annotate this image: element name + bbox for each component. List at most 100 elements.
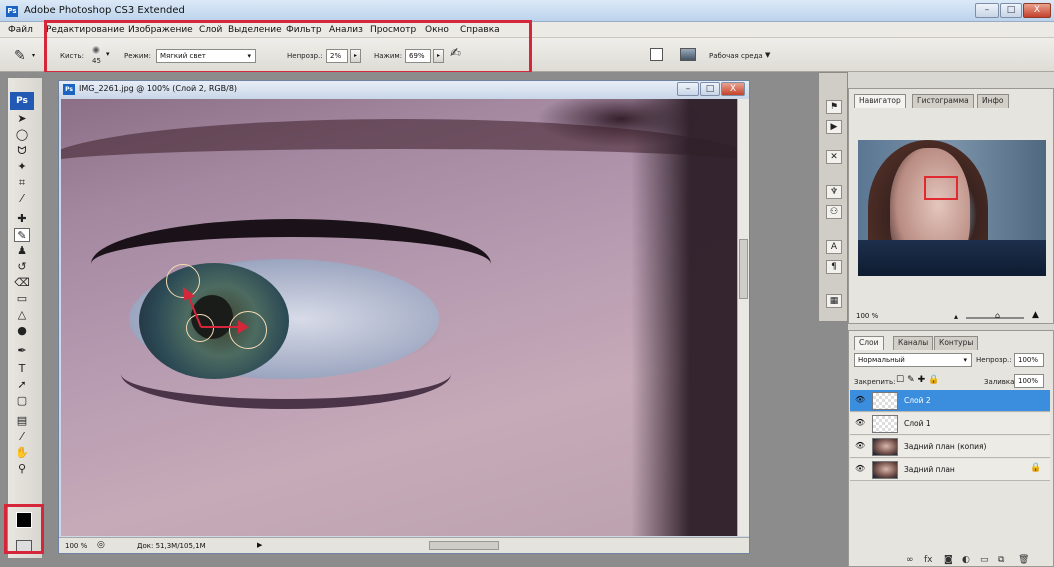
dock-brushes-icon[interactable]: ♆ <box>826 185 842 199</box>
workspace-menu[interactable]: Рабочая среда <box>709 52 763 60</box>
dock-paragraph-icon[interactable]: ¶ <box>826 260 842 274</box>
document-ps-icon: Ps <box>63 84 75 95</box>
layer-name: Слой 2 <box>904 396 931 405</box>
doc-minimize-button[interactable]: – <box>677 82 699 96</box>
notes-tool-icon[interactable]: ▤ <box>14 414 30 428</box>
document-size: Док: 51,3M/105,1M <box>137 542 206 550</box>
hand-tool-icon[interactable]: ✋ <box>14 446 30 460</box>
fill-input[interactable]: 100% <box>1014 374 1044 388</box>
dodge-tool-icon[interactable]: ● <box>14 324 30 338</box>
document-title-bar[interactable]: Ps IMG_2261.jpg @ 100% (Слой 2, RGB/8) –… <box>59 81 749 99</box>
layer-opacity-label: Непрозр.: <box>976 356 1012 364</box>
delete-layer-icon[interactable]: 🗑 <box>1018 555 1029 565</box>
link-layers-icon[interactable]: ∞ <box>906 555 914 565</box>
app-title: Adobe Photoshop CS3 Extended <box>24 5 185 16</box>
slice-tool-icon[interactable]: ⁄ <box>14 192 30 206</box>
lasso-tool-icon[interactable]: ᗢ <box>14 144 30 158</box>
visibility-eye-icon[interactable]: 👁 <box>855 419 865 427</box>
layer-name: Слой 1 <box>904 419 931 428</box>
lock-options-icon[interactable]: ☐✎✚🔒 <box>896 375 942 385</box>
layer-row-sloi-2[interactable]: 👁 Слой 2 <box>850 390 1050 412</box>
navigator-zoom[interactable]: 100 % <box>856 312 878 320</box>
doc-maximize-button[interactable]: □ <box>700 82 720 96</box>
blend-mode-value: Нормальный <box>858 356 905 364</box>
navigator-view-box[interactable] <box>924 176 958 200</box>
shape-tool-icon[interactable]: ▢ <box>14 394 30 408</box>
highlight-frame-colors <box>4 504 44 554</box>
healing-brush-tool-icon[interactable]: ✚ <box>14 212 30 226</box>
palette-well-icon[interactable] <box>650 48 663 61</box>
document-status-bar: 100 % ◎ Док: 51,3M/105,1M ▶ <box>59 537 749 553</box>
layer-name: Задний план (копия) <box>904 442 987 451</box>
menu-file[interactable]: Файл <box>8 25 33 35</box>
image-canvas[interactable] <box>61 99 737 536</box>
layer-row-background-copy[interactable]: 👁 Задний план (копия) <box>850 436 1050 458</box>
zoom-level[interactable]: 100 % <box>65 542 87 550</box>
pen-tool-icon[interactable]: ✒ <box>14 344 30 358</box>
zoom-tool-icon[interactable]: ⚲ <box>14 462 30 476</box>
tab-layers[interactable]: Слои <box>854 336 884 350</box>
status-menu-arrow-icon[interactable]: ▶ <box>257 541 262 549</box>
zoom-out-icon[interactable]: ▴ <box>954 312 958 321</box>
dock-character-icon[interactable]: A <box>826 240 842 254</box>
layer-thumbnail <box>872 415 898 433</box>
highlight-frame-menu <box>44 20 532 74</box>
vertical-scroll-thumb[interactable] <box>739 239 748 299</box>
dock-history-icon[interactable]: ⚑ <box>826 100 842 114</box>
vertical-scrollbar[interactable] <box>737 99 749 536</box>
horizontal-scroll-thumb[interactable] <box>429 541 499 550</box>
minimize-button[interactable]: – <box>975 3 999 18</box>
zoom-slider-thumb-icon[interactable]: ⌂ <box>995 311 1000 320</box>
tool-preset-arrow-icon[interactable]: ▾ <box>32 52 35 59</box>
layer-style-icon[interactable]: fx <box>924 555 933 565</box>
visibility-eye-icon[interactable]: 👁 <box>855 442 865 450</box>
layer-row-sloi-1[interactable]: 👁 Слой 1 <box>850 413 1050 435</box>
crop-tool-icon[interactable]: ⌗ <box>14 176 30 190</box>
brush-direction-arrows <box>182 286 249 334</box>
close-button[interactable]: X <box>1023 3 1051 18</box>
type-tool-icon[interactable]: T <box>14 362 30 376</box>
dock-tool-presets-icon[interactable]: ✕ <box>826 150 842 164</box>
history-brush-tool-icon[interactable]: ↺ <box>14 260 30 274</box>
path-selection-tool-icon[interactable]: ➚ <box>14 378 30 392</box>
layer-opacity-input[interactable]: 100% <box>1014 353 1044 367</box>
navigator-thumbnail[interactable] <box>858 140 1046 276</box>
brush-tool-active-icon[interactable]: ✎ <box>14 228 30 242</box>
bridge-icon[interactable] <box>680 48 696 61</box>
photoshop-logo-icon: Ps <box>6 6 18 17</box>
blend-mode-select[interactable]: Нормальный ▾ <box>854 353 972 367</box>
magic-wand-tool-icon[interactable]: ✦ <box>14 160 30 174</box>
eyedropper-tool-icon[interactable]: ⁄ <box>14 430 30 444</box>
new-group-icon[interactable]: ▭ <box>980 555 989 565</box>
tab-navigator[interactable]: Навигатор <box>854 94 906 108</box>
move-tool-icon[interactable]: ➤ <box>14 112 30 126</box>
lock-label: Закрепить: <box>854 378 896 386</box>
blur-tool-icon[interactable]: △ <box>14 308 30 322</box>
zoom-in-icon[interactable]: ▲ <box>1032 310 1039 320</box>
layer-mask-icon[interactable]: ◙ <box>944 555 953 565</box>
layer-name: Задний план <box>904 465 955 474</box>
new-layer-icon[interactable]: ⧉ <box>998 555 1004 565</box>
tab-histogram[interactable]: Гистограмма <box>912 94 974 108</box>
dock-clone-source-icon[interactable]: ⚇ <box>826 205 842 219</box>
dock-layer-comps-icon[interactable]: ▦ <box>826 294 842 308</box>
tab-channels[interactable]: Каналы <box>893 336 934 350</box>
layer-row-background[interactable]: 👁 Задний план 🔒 <box>850 459 1050 481</box>
tab-paths[interactable]: Контуры <box>934 336 979 350</box>
gradient-tool-icon[interactable]: ▭ <box>14 292 30 306</box>
doc-close-button[interactable]: X <box>721 82 745 96</box>
dock-actions-icon[interactable]: ▶ <box>826 120 842 134</box>
brush-tool-icon[interactable]: ✎ <box>14 48 26 64</box>
visibility-eye-icon[interactable]: 👁 <box>855 396 865 404</box>
marquee-tool-icon[interactable]: ◯ <box>14 128 30 142</box>
adjustment-layer-icon[interactable]: ◐ <box>962 555 970 565</box>
visibility-eye-icon[interactable]: 👁 <box>855 465 865 473</box>
clone-stamp-tool-icon[interactable]: ♟ <box>14 244 30 258</box>
status-options-icon[interactable]: ◎ <box>97 540 105 550</box>
tab-info[interactable]: Инфо <box>977 94 1009 108</box>
document-title: IMG_2261.jpg @ 100% (Слой 2, RGB/8) <box>79 84 238 93</box>
workspace-dropdown-icon[interactable]: ▼ <box>765 51 770 59</box>
maximize-button[interactable]: □ <box>1000 3 1022 18</box>
ps-toolbox-logo-icon[interactable]: Ps <box>10 92 34 110</box>
eraser-tool-icon[interactable]: ⌫ <box>14 276 30 290</box>
